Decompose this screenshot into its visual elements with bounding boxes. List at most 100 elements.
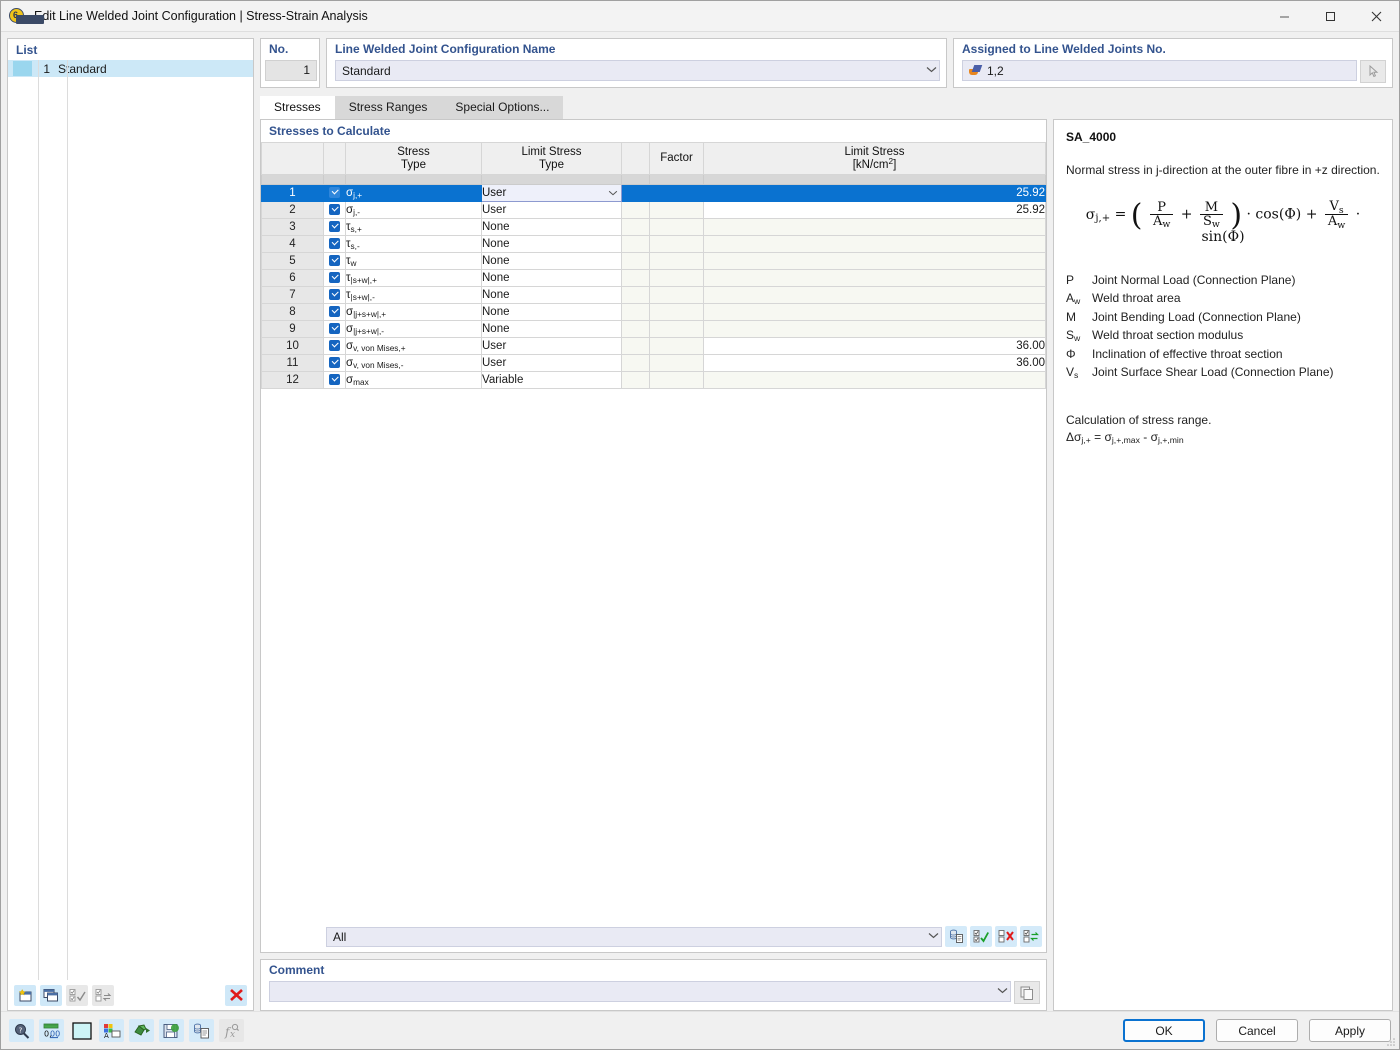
reset-checks-button[interactable]	[1020, 926, 1042, 947]
table-row[interactable]: 6 τ|s+w|,+ None	[261, 269, 1046, 287]
factor-cell[interactable]	[649, 371, 704, 389]
factor-cell[interactable]	[649, 303, 704, 321]
row-spacer-cell[interactable]	[621, 184, 650, 202]
factor-cell[interactable]	[649, 337, 704, 355]
checkbox-checked-icon[interactable]	[329, 255, 340, 267]
limit-stress-cell[interactable]: 25.92	[703, 201, 1046, 219]
export-table-icon[interactable]	[189, 1019, 214, 1042]
table-row[interactable]: 1 σj,+ User 25.92	[261, 184, 1046, 202]
chevron-down-icon[interactable]	[605, 188, 621, 199]
row-spacer-cell[interactable]	[621, 235, 650, 253]
filter-cell-factor[interactable]	[649, 174, 704, 185]
filter-cell-limit-stress[interactable]	[703, 174, 1046, 185]
column-header-gap[interactable]	[621, 142, 650, 175]
checkbox-checked-icon[interactable]	[329, 204, 340, 216]
pick-from-model-button[interactable]	[1360, 60, 1386, 83]
row-number-cell[interactable]: 9	[261, 320, 324, 338]
row-spacer-cell[interactable]	[621, 252, 650, 270]
tab-stress-ranges[interactable]: Stress Ranges	[334, 96, 442, 119]
stress-type-cell[interactable]: σv, von Mises,+	[345, 337, 482, 355]
factor-cell[interactable]	[649, 218, 704, 236]
row-number-cell[interactable]: 2	[261, 201, 324, 219]
limit-stress-cell[interactable]	[703, 252, 1046, 270]
limit-stress-type-cell[interactable]: None	[481, 269, 622, 287]
table-row[interactable]: 5 τw None	[261, 252, 1046, 270]
checkbox-checked-icon[interactable]	[329, 340, 340, 352]
display-properties-icon[interactable]: A	[99, 1019, 124, 1042]
table-row[interactable]: 10 σv, von Mises,+ User 36.00	[261, 337, 1046, 355]
row-number-cell[interactable]: 6	[261, 269, 324, 287]
row-checkbox-cell[interactable]	[323, 354, 346, 372]
column-header-factor[interactable]: Factor	[649, 142, 704, 175]
resize-grip[interactable]	[1386, 1036, 1396, 1046]
checkbox-checked-icon[interactable]	[329, 221, 340, 233]
stress-type-cell[interactable]: σ|j+s+w|,+	[345, 303, 482, 321]
checkbox-checked-icon[interactable]	[329, 272, 340, 284]
chevron-down-icon[interactable]	[923, 65, 939, 76]
row-spacer-cell[interactable]	[621, 286, 650, 304]
stress-type-cell[interactable]: τw	[345, 252, 482, 270]
row-checkbox-cell[interactable]	[323, 286, 346, 304]
table-empty-area[interactable]	[261, 389, 1046, 924]
row-number-cell[interactable]: 11	[261, 354, 324, 372]
row-checkbox-cell[interactable]	[323, 371, 346, 389]
checkbox-checked-icon[interactable]	[329, 357, 340, 369]
limit-stress-cell[interactable]	[703, 235, 1046, 253]
row-checkbox-cell[interactable]	[323, 235, 346, 253]
stress-type-cell[interactable]: σj,-	[345, 201, 482, 219]
row-number-cell[interactable]: 12	[261, 371, 324, 389]
column-header-limit-stress-type[interactable]: Limit Stress Type	[481, 142, 622, 175]
row-checkbox-cell[interactable]	[323, 303, 346, 321]
factor-cell[interactable]	[649, 184, 704, 202]
stress-type-cell[interactable]: τs,-	[345, 235, 482, 253]
limit-stress-cell[interactable]	[703, 269, 1046, 287]
delete-item-button[interactable]	[225, 984, 247, 1006]
checkbox-checked-icon[interactable]	[329, 306, 340, 318]
factor-cell[interactable]	[649, 235, 704, 253]
table-row[interactable]: 12 σmax Variable	[261, 371, 1046, 389]
render-icon[interactable]	[129, 1019, 154, 1042]
stress-type-cell[interactable]: σj,+	[345, 184, 482, 202]
column-header-check[interactable]	[323, 142, 346, 175]
stress-type-cell[interactable]: τ|s+w|,-	[345, 286, 482, 304]
factor-cell[interactable]	[649, 201, 704, 219]
row-spacer-cell[interactable]	[621, 303, 650, 321]
row-spacer-cell[interactable]	[621, 320, 650, 338]
chevron-down-icon[interactable]	[925, 931, 941, 942]
filter-cell-stress-type[interactable]	[345, 174, 482, 185]
close-button[interactable]	[1353, 1, 1399, 32]
limit-stress-type-cell[interactable]: None	[481, 286, 622, 304]
table-row[interactable]: 11 σv, von Mises,- User 36.00	[261, 354, 1046, 372]
table-row[interactable]: 2 σj,- User 25.92	[261, 201, 1046, 219]
row-number-cell[interactable]: 5	[261, 252, 324, 270]
checkbox-checked-icon[interactable]	[329, 187, 340, 199]
row-checkbox-cell[interactable]	[323, 337, 346, 355]
row-spacer-cell[interactable]	[621, 337, 650, 355]
checkbox-checked-icon[interactable]	[329, 323, 340, 335]
uncheck-all-button[interactable]	[995, 926, 1017, 947]
filter-cell-check[interactable]	[323, 174, 346, 185]
row-number-cell[interactable]: 8	[261, 303, 324, 321]
filter-cell-limit-type[interactable]	[481, 174, 622, 185]
list-body[interactable]: 1 Standard	[8, 60, 253, 980]
row-number-cell[interactable]: 1	[261, 184, 324, 202]
limit-stress-type-cell[interactable]: Variable	[481, 371, 622, 389]
stress-type-cell[interactable]: τ|s+w|,+	[345, 269, 482, 287]
limit-stress-cell[interactable]: 36.00	[703, 354, 1046, 372]
column-header-stress-type[interactable]: Stress Type	[345, 142, 482, 175]
comment-combobox[interactable]	[269, 981, 1011, 1002]
name-combobox[interactable]: Standard	[335, 60, 940, 81]
row-checkbox-cell[interactable]	[323, 201, 346, 219]
row-checkbox-cell[interactable]	[323, 269, 346, 287]
limit-stress-type-cell[interactable]: User	[481, 354, 622, 372]
insert-rows-button[interactable]	[945, 926, 967, 947]
save-as-icon[interactable]	[159, 1019, 184, 1042]
factor-cell[interactable]	[649, 320, 704, 338]
row-number-cell[interactable]: 3	[261, 218, 324, 236]
check-all-button[interactable]	[970, 926, 992, 947]
table-row[interactable]: 8 σ|j+s+w|,+ None	[261, 303, 1046, 321]
limit-stress-type-cell[interactable]: None	[481, 252, 622, 270]
copy-item-button[interactable]	[40, 984, 62, 1006]
tab-stresses[interactable]: Stresses	[260, 96, 335, 119]
limit-stress-cell[interactable]	[703, 371, 1046, 389]
